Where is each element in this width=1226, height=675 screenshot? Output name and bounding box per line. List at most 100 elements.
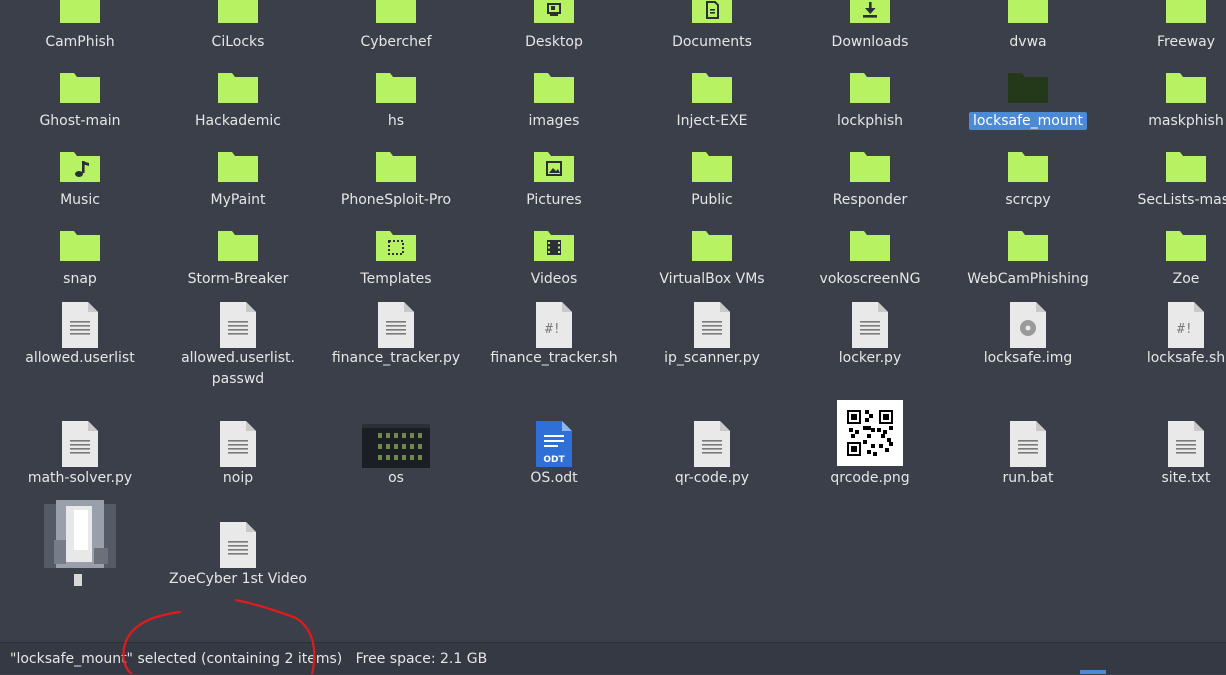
file-label: finance_tracker.py (331, 350, 461, 366)
file-label: Public (691, 192, 733, 208)
text-file-icon (851, 301, 889, 353)
folder-icon (849, 228, 891, 266)
folder-icon (217, 70, 259, 108)
folder-icon (691, 70, 733, 108)
folder-icon (533, 70, 575, 108)
file-label: allowed.userlist (25, 350, 135, 366)
svg-text:#!: #! (1177, 322, 1193, 337)
folder-icon (849, 149, 891, 187)
file-label: PhoneSploit-Pro (340, 192, 452, 208)
file-label: hs (387, 113, 405, 129)
text-file-icon (61, 301, 99, 353)
text-file-icon (693, 301, 731, 353)
text-file-icon (1009, 420, 1047, 472)
file-label: Downloads (831, 34, 909, 50)
file-label: CamPhish (45, 34, 115, 50)
scroll-indicator[interactable] (1080, 670, 1106, 674)
file-grid: CamPhish CiLocks Cyberchef Desktop Documents… (0, 0, 1226, 640)
file-label: Responder (832, 192, 908, 208)
svg-text:#!: #! (545, 322, 561, 337)
file-label: dvwa (1009, 34, 1047, 50)
file-label: images (528, 113, 580, 129)
folder-icon (1007, 0, 1049, 28)
folder-icon (1165, 0, 1207, 28)
folder-icon (59, 70, 101, 108)
file-label: site.txt (1161, 470, 1211, 486)
text-file-icon (219, 301, 257, 353)
folder-icon (691, 149, 733, 187)
text-file-icon (693, 420, 731, 472)
folder-icon (59, 149, 101, 187)
text-file-icon (219, 420, 257, 472)
script-file-icon: #! (535, 301, 573, 353)
file-label: vokoscreenNG (819, 271, 921, 287)
free-space-status: Free space: 2.1 GB (355, 651, 488, 667)
file-label: Freeway (1156, 34, 1216, 50)
file-label: allowed.userlist. passwd (181, 350, 295, 387)
file-label: Music (60, 192, 100, 208)
folder-icon (691, 0, 733, 28)
file-label: VirtualBox VMs (659, 271, 765, 287)
file-label: noip (222, 470, 254, 486)
folder-icon (1007, 149, 1049, 187)
file-label: OS.odt (530, 470, 578, 486)
file-label: ZoeCyber 1st Video (169, 571, 307, 587)
file-label: Inject-EXE (676, 113, 748, 129)
file-label: lockphish (836, 113, 904, 129)
folder-icon (1007, 70, 1049, 108)
file-label: run.bat (1002, 470, 1054, 486)
script-file-icon: #! (1167, 301, 1205, 353)
folder-icon (375, 149, 417, 187)
file-label: CiLocks (211, 34, 265, 50)
selection-status: "locksafe_mount" selected (containing 2 … (10, 651, 343, 667)
folder-icon (849, 0, 891, 28)
qr-thumbnail-icon (837, 400, 903, 470)
folder-icon (1007, 228, 1049, 266)
text-file-icon (377, 301, 415, 353)
file-label: Hackademic (195, 113, 281, 129)
folder-icon (533, 149, 575, 187)
folder-icon (691, 228, 733, 266)
folder-icon (1165, 228, 1207, 266)
folder-icon (849, 70, 891, 108)
separator (347, 651, 351, 667)
file-label: ip_scanner.py (664, 350, 760, 366)
file-label: Documents (672, 34, 752, 50)
file-label: snap (63, 271, 97, 287)
file-label: WebCamPhishing (967, 271, 1089, 287)
folder-icon (217, 228, 259, 266)
folder-icon (217, 149, 259, 187)
file-label: maskphish (1148, 113, 1224, 129)
file-label: scrcpy (1005, 192, 1051, 208)
screenshot-thumbnail-icon (362, 424, 430, 472)
file-label: SecLists-mast (1137, 192, 1226, 208)
folder-icon (375, 70, 417, 108)
file-label: Desktop (525, 34, 583, 50)
svg-text:ODT: ODT (543, 455, 565, 465)
status-bar: "locksafe_mount" selected (containing 2 … (0, 642, 1226, 674)
folder-icon (1165, 149, 1207, 187)
disk-image-icon (1009, 301, 1047, 353)
file-label: locksafe.sh (1146, 350, 1226, 366)
text-file-icon (61, 420, 99, 472)
file-label: locksafe_mount (968, 112, 1088, 130)
file-label: locker.py (838, 350, 902, 366)
blurred-thumbnail-icon (44, 500, 116, 594)
folder-icon (533, 0, 575, 28)
file-label: Pictures (526, 192, 582, 208)
file-label: MyPaint (210, 192, 266, 208)
file-label: locksafe.img (983, 350, 1073, 366)
file-label: qr-code.py (674, 470, 750, 486)
file-label: os (388, 470, 404, 486)
file-label: qrcode.png (830, 470, 910, 486)
file-label: Zoe (1172, 271, 1200, 287)
folder-icon (1165, 70, 1207, 108)
folder-icon (375, 0, 417, 28)
file-label: finance_tracker.sh (490, 350, 618, 366)
file-label: Storm-Breaker (187, 271, 289, 287)
folder-icon (59, 228, 101, 266)
file-label: math-solver.py (27, 470, 133, 486)
file-label: Ghost-main (39, 113, 121, 129)
folder-icon (533, 228, 575, 266)
file-label: Cyberchef (360, 34, 432, 50)
